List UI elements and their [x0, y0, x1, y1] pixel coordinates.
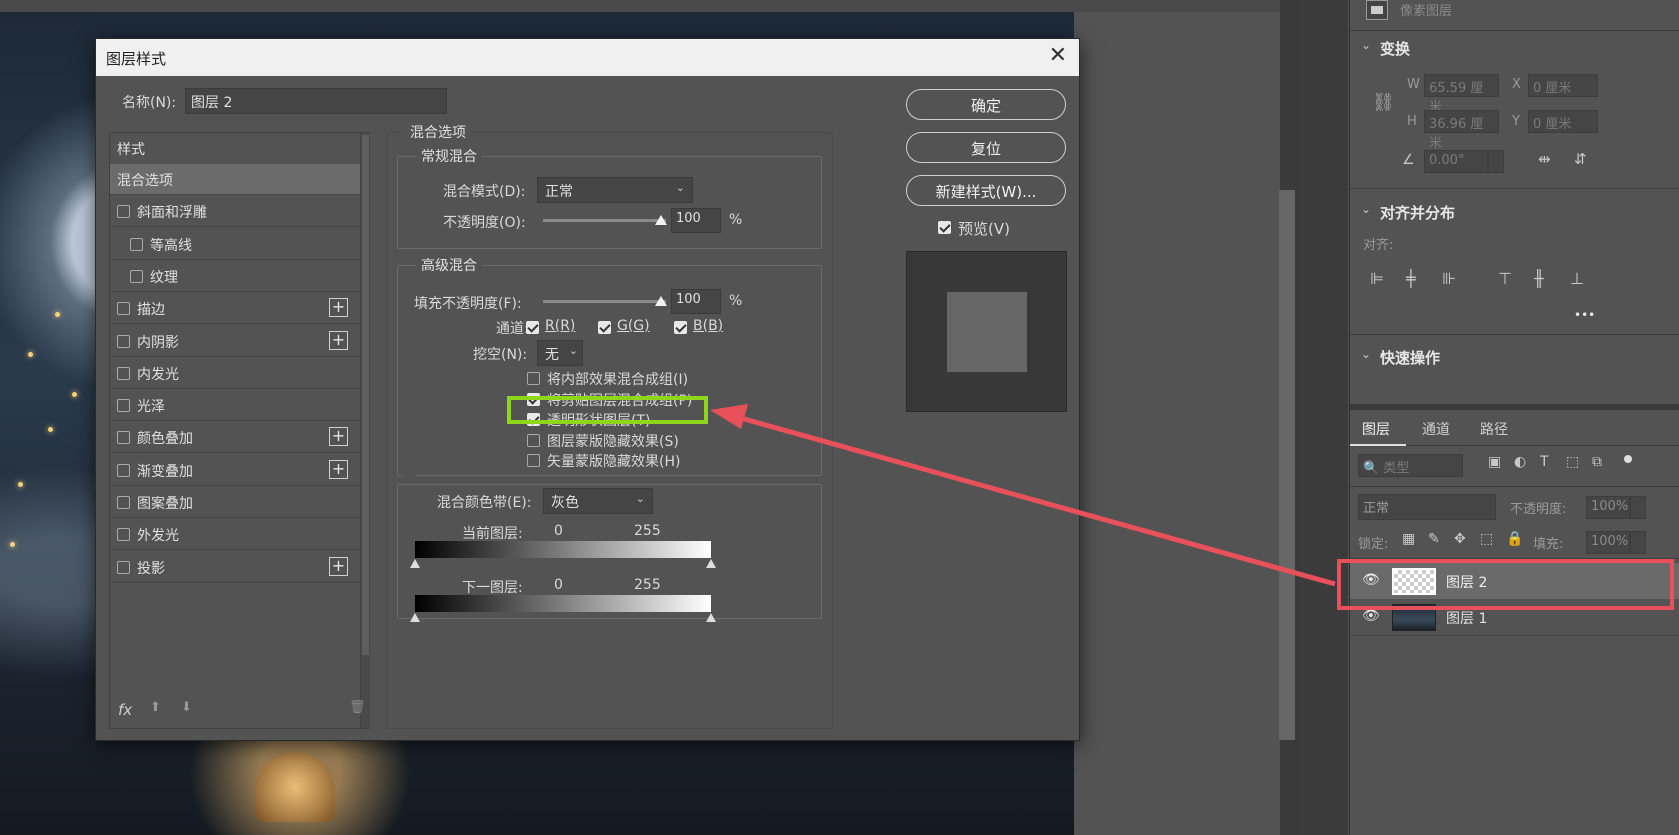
annotation-arrow: [710, 404, 1336, 587]
